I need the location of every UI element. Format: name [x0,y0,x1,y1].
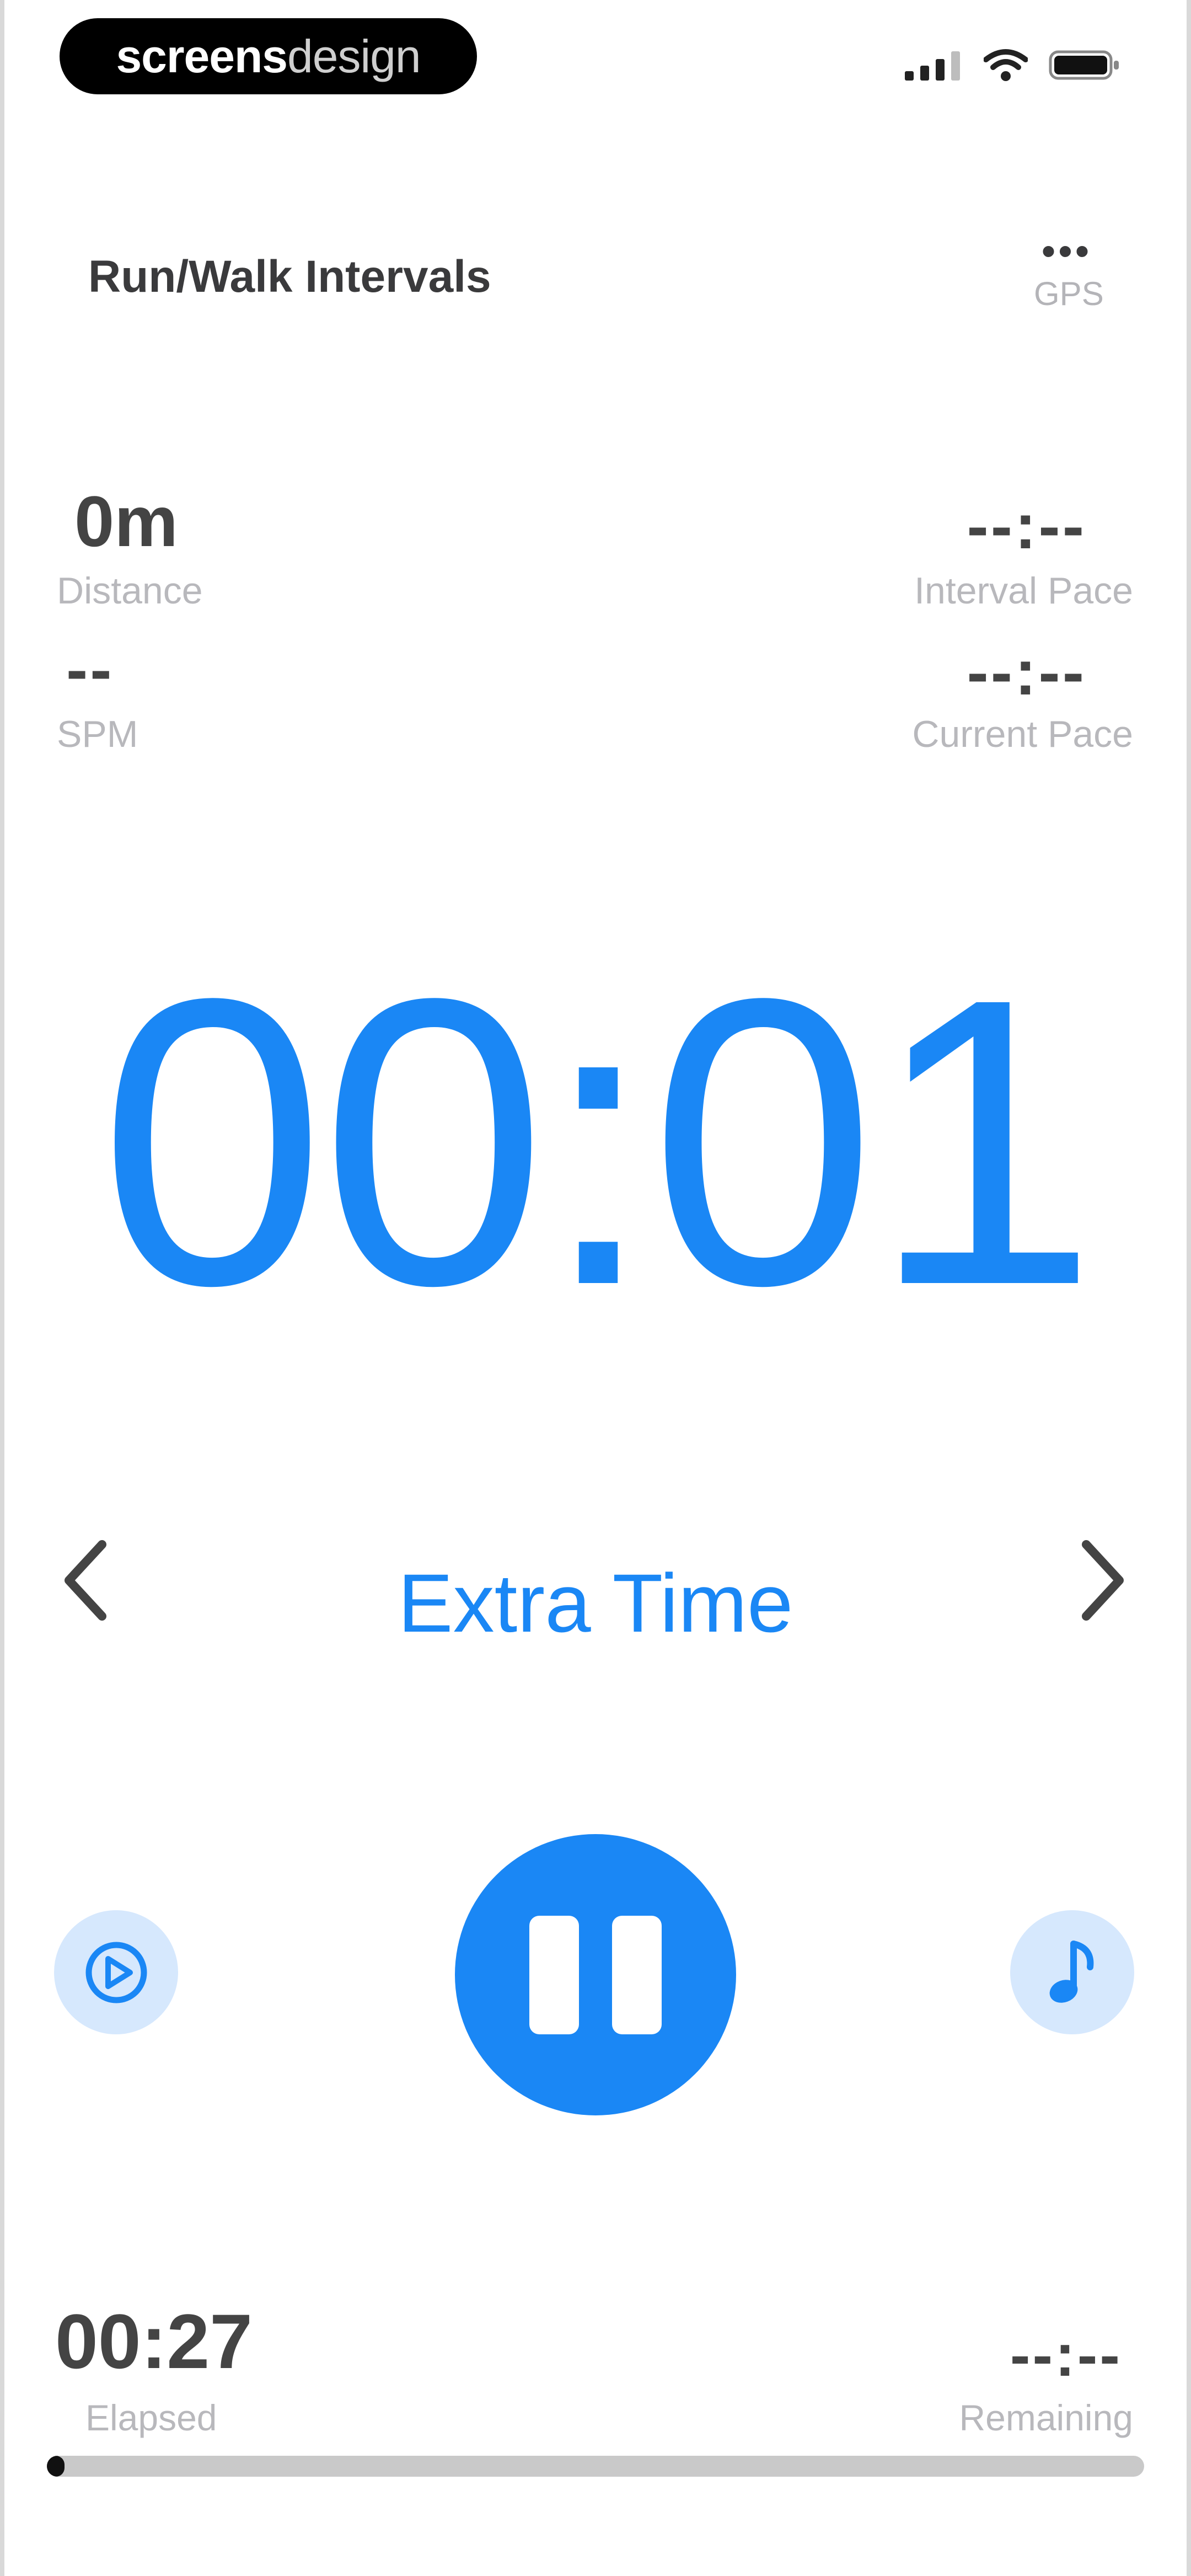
pause-icon-bar-left [529,1915,579,2034]
current-pace-label: Current Pace [912,713,1133,755]
gps-signal-dots-icon: ••• [1042,229,1092,272]
elapsed-time-label: Elapsed [85,2397,217,2438]
workout-title: Run/Walk Intervals [88,252,491,302]
music-button[interactable] [1010,1910,1134,2034]
interval-pace-label: Interval Pace [914,570,1133,612]
elapsed-time-value: 00:27 [55,2298,253,2385]
gps-indicator[interactable]: ••• GPS [1034,229,1104,313]
remaining-time-label: Remaining [959,2397,1134,2438]
distance-label: Distance [57,570,203,612]
workout-progress-fill [47,2456,65,2477]
interval-timer: 00:01 [99,913,1098,1370]
brand-logo: screens design [60,18,477,94]
wifi-icon [984,49,1028,81]
gps-label: GPS [1034,275,1104,312]
pause-icon-bar-right [612,1915,662,2034]
play-circle-icon [85,1942,147,2003]
spm-label: SPM [57,713,138,755]
cellular-signal-icon [905,51,960,81]
distance-value: 0m [74,481,178,562]
next-interval-button[interactable] [1075,1539,1130,1637]
brand-text-part1: screens [116,30,288,82]
battery-icon [1049,50,1119,80]
brand-text-part2: design [287,30,421,82]
spm-value: -- [66,633,114,706]
interval-pace-value: --:-- [967,490,1086,563]
status-icons [905,49,1120,82]
remaining-time-value: --:-- [1010,2321,1122,2389]
chevron-right-icon [1082,1540,1124,1621]
current-pace-value: --:-- [967,636,1086,709]
pause-button[interactable] [455,1834,736,2115]
interval-phase-label: Extra Time [398,1557,793,1649]
music-note-icon [1049,1940,1093,2003]
playback-control-button[interactable] [54,1910,178,2034]
workout-progress-bar[interactable] [47,2456,1144,2477]
